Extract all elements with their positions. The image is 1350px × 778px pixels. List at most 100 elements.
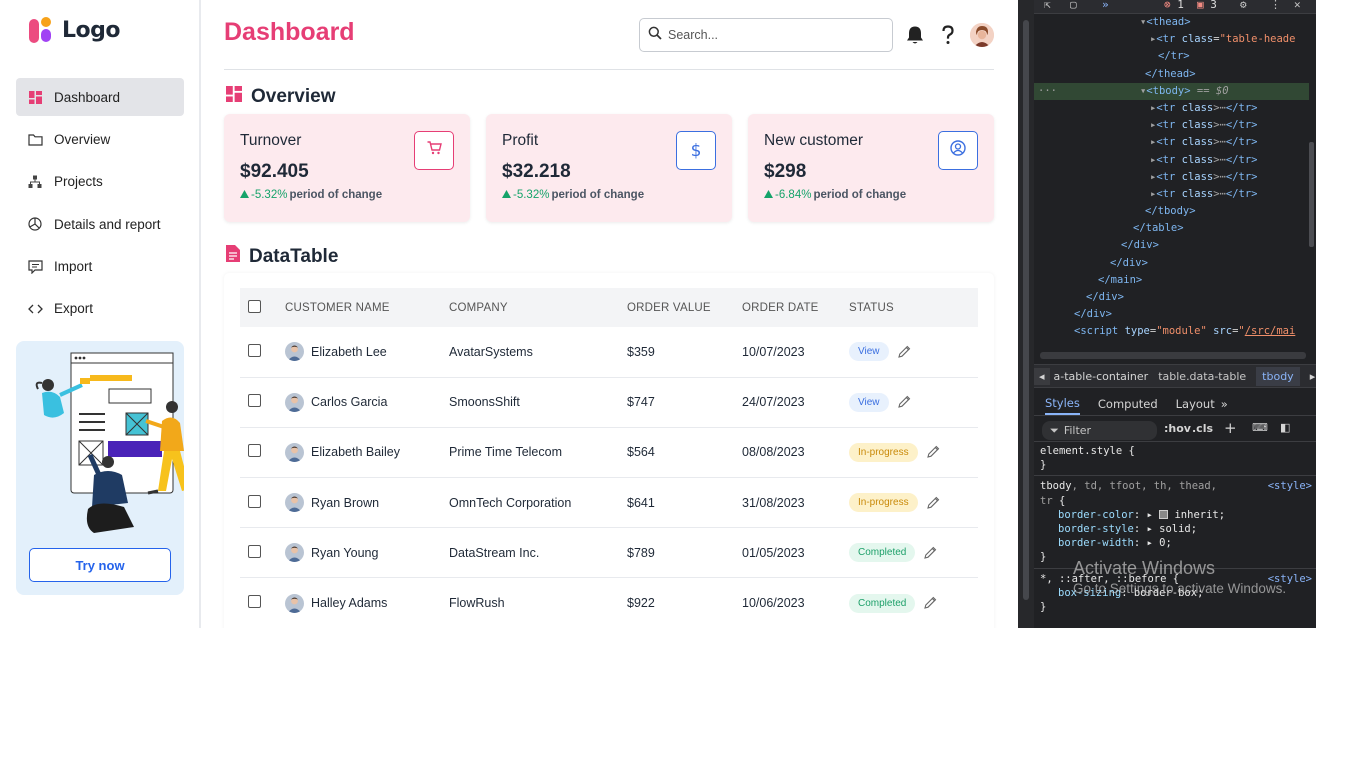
column-header-company[interactable]: COMPANY [449, 288, 627, 327]
more-tabs-icon[interactable]: » [1102, 0, 1109, 11]
inspect-element-icon[interactable]: ⇱ [1044, 0, 1051, 11]
sidebar-item-overview[interactable]: Overview [16, 120, 184, 158]
dollar-button[interactable]: $ [676, 131, 716, 170]
devtools-breadcrumbs: ◂ a-table-container table.data-table tbo… [1034, 364, 1316, 388]
breadcrumb-scroll-left-icon[interactable]: ◂ [1034, 367, 1050, 385]
row-checkbox[interactable] [248, 394, 261, 408]
edit-pencil-icon[interactable] [924, 596, 938, 610]
dom-node[interactable]: </div> [1034, 306, 1309, 323]
sidebar-toggle-icon[interactable]: ◧ [1280, 421, 1290, 434]
table-row[interactable]: Carlos Garcia SmoonsShift $747 24/07/2023 Vi… [240, 377, 978, 428]
dom-node[interactable]: ▸<tr class>⋯</tr> [1034, 117, 1309, 134]
devtools-panel: ⇱ ▢ » ⊗ 1 ▣ 3 ⚙ ⋮ ✕ ▾<thead> ▸<tr class=… [1018, 0, 1316, 628]
table-row[interactable]: Ryan Brown OmnTech Corporation $641 31/08/2… [240, 478, 978, 528]
sidebar-item-projects[interactable]: Projects [16, 163, 184, 201]
row-checkbox[interactable] [248, 595, 261, 609]
dom-node[interactable]: </tbody> [1034, 203, 1309, 220]
column-header-customer-name[interactable]: CUSTOMER NAME [285, 288, 449, 327]
dom-node[interactable]: </main> [1034, 272, 1309, 289]
sidebar-item-export[interactable]: Export [16, 290, 184, 328]
close-devtools-icon[interactable]: ✕ [1294, 0, 1301, 11]
styles-filter-input[interactable]: ⏷ Filter [1042, 421, 1157, 440]
row-checkbox[interactable] [248, 544, 261, 558]
tab-layout[interactable]: Layout [1176, 397, 1215, 411]
notification-bell-icon[interactable] [903, 22, 927, 48]
breadcrumb-scroll-right-icon[interactable]: ▸ [1310, 370, 1316, 383]
status-badge[interactable]: In-progress [849, 493, 918, 513]
breadcrumb-item[interactable]: table.data-table [1158, 370, 1246, 383]
select-all-checkbox[interactable] [248, 299, 261, 313]
breadcrumb-item-current[interactable]: tbody [1256, 366, 1300, 386]
table-row[interactable]: Ryan Young DataStream Inc. $789 01/05/2023 C… [240, 528, 978, 578]
new-style-rule-icon[interactable]: + [1224, 419, 1237, 437]
dom-node[interactable]: ▸<tr class>⋯</tr> [1034, 100, 1309, 117]
shopping-cart-button[interactable] [414, 131, 454, 170]
more-tabs-icon[interactable]: » [1221, 397, 1228, 411]
search-input[interactable] [668, 28, 878, 42]
style-rule-tbody[interactable]: <style> tbody, td, tfoot, th, thead, tr … [1034, 479, 1316, 569]
paint-brush-icon[interactable]: ⌨ [1252, 421, 1268, 434]
column-header-order-date[interactable]: ORDER DATE [742, 288, 849, 327]
style-rule-universal[interactable]: <style> *, ::after, ::before { box-sizin… [1034, 572, 1316, 618]
dom-node[interactable]: ▸<tr class="table-heade [1034, 31, 1309, 48]
row-checkbox[interactable] [248, 494, 261, 508]
status-badge[interactable]: View [849, 392, 889, 412]
status-badge[interactable]: In-progress [849, 442, 918, 462]
style-rule-element[interactable]: element.style { } [1034, 444, 1316, 477]
status-badge[interactable]: View [849, 342, 889, 362]
sidebar-item-import[interactable]: Import [16, 248, 184, 286]
status-badge[interactable]: Completed [849, 593, 916, 613]
elements-vertical-scrollbar[interactable] [1309, 142, 1314, 247]
tab-computed[interactable]: Computed [1098, 397, 1158, 411]
dom-node[interactable]: </tr> [1034, 48, 1309, 65]
kebab-menu-icon[interactable]: ⋮ [1270, 0, 1281, 11]
tab-styles[interactable]: Styles [1045, 396, 1080, 415]
help-icon[interactable] [936, 22, 960, 48]
edit-pencil-icon[interactable] [924, 546, 938, 560]
column-header-status[interactable]: STATUS [849, 288, 978, 327]
dom-node[interactable]: </div> [1034, 237, 1309, 254]
code-icon [27, 301, 43, 317]
dom-node[interactable]: ▾<thead> [1034, 14, 1309, 31]
dom-node[interactable]: ▸<tr class>⋯</tr> [1034, 152, 1309, 169]
dom-node[interactable]: </thead> [1034, 66, 1309, 83]
dom-node[interactable]: </div> [1034, 255, 1309, 272]
try-now-button[interactable]: Try now [29, 548, 171, 582]
edit-pencil-icon[interactable] [926, 445, 941, 459]
issues-count-icon[interactable]: ▣ 3 [1197, 0, 1217, 11]
edit-pencil-icon[interactable] [897, 345, 912, 359]
column-header-order-value[interactable]: ORDER VALUE [627, 288, 742, 327]
dom-node[interactable]: ▸<tr class>⋯</tr> [1034, 169, 1309, 186]
device-toolbar-icon[interactable]: ▢ [1070, 0, 1077, 11]
class-toggle[interactable]: .cls [1192, 422, 1213, 435]
dom-node[interactable]: ▸<tr class>⋯</tr> [1034, 134, 1309, 151]
dom-node-selected[interactable]: ··· ▾<tbody> == $0 [1034, 82, 1309, 100]
row-checkbox[interactable] [248, 444, 261, 458]
table-row[interactable]: Elizabeth Lee AvatarSystems $359 10/07/2023… [240, 327, 978, 378]
sidebar-item-dashboard[interactable]: Dashboard [16, 78, 184, 116]
sidebar-item-details-and-report[interactable]: Details and report [16, 205, 184, 243]
elements-horizontal-scrollbar[interactable] [1040, 352, 1306, 359]
breadcrumb-item[interactable]: a-table-container [1054, 370, 1149, 383]
table-row[interactable]: Halley Adams FlowRush $922 10/06/2023 Comple… [240, 578, 978, 628]
dom-node[interactable]: ▸<tr class>⋯</tr> [1034, 186, 1309, 203]
edit-pencil-icon[interactable] [897, 395, 912, 409]
status-badge[interactable]: Completed [849, 543, 916, 563]
dom-node[interactable]: <script type="module" src="/src/mai [1034, 323, 1309, 340]
search-box[interactable] [639, 18, 893, 52]
data-table-container: CUSTOMER NAME COMPANY ORDER VALUE ORDER … [224, 273, 994, 628]
settings-gear-icon[interactable]: ⚙ [1240, 0, 1247, 11]
user-avatar[interactable] [970, 23, 994, 47]
hover-state-toggle[interactable]: :hov [1164, 422, 1191, 435]
row-checkbox[interactable] [248, 343, 261, 357]
stat-card-value: $32.218 [502, 161, 571, 182]
order-value-cell: $359 [627, 344, 655, 359]
user-circle-button[interactable] [938, 131, 978, 170]
dom-node[interactable]: </div> [1034, 289, 1309, 306]
dom-node[interactable]: </table> [1034, 220, 1309, 237]
logo[interactable]: Logo [29, 17, 121, 44]
error-count-icon[interactable]: ⊗ 1 [1164, 0, 1184, 11]
edit-pencil-icon[interactable] [926, 496, 941, 510]
table-row[interactable]: Elizabeth Bailey Prime Time Telecom $564 08… [240, 427, 978, 478]
devtools-left-scrollbar[interactable] [1018, 0, 1034, 628]
